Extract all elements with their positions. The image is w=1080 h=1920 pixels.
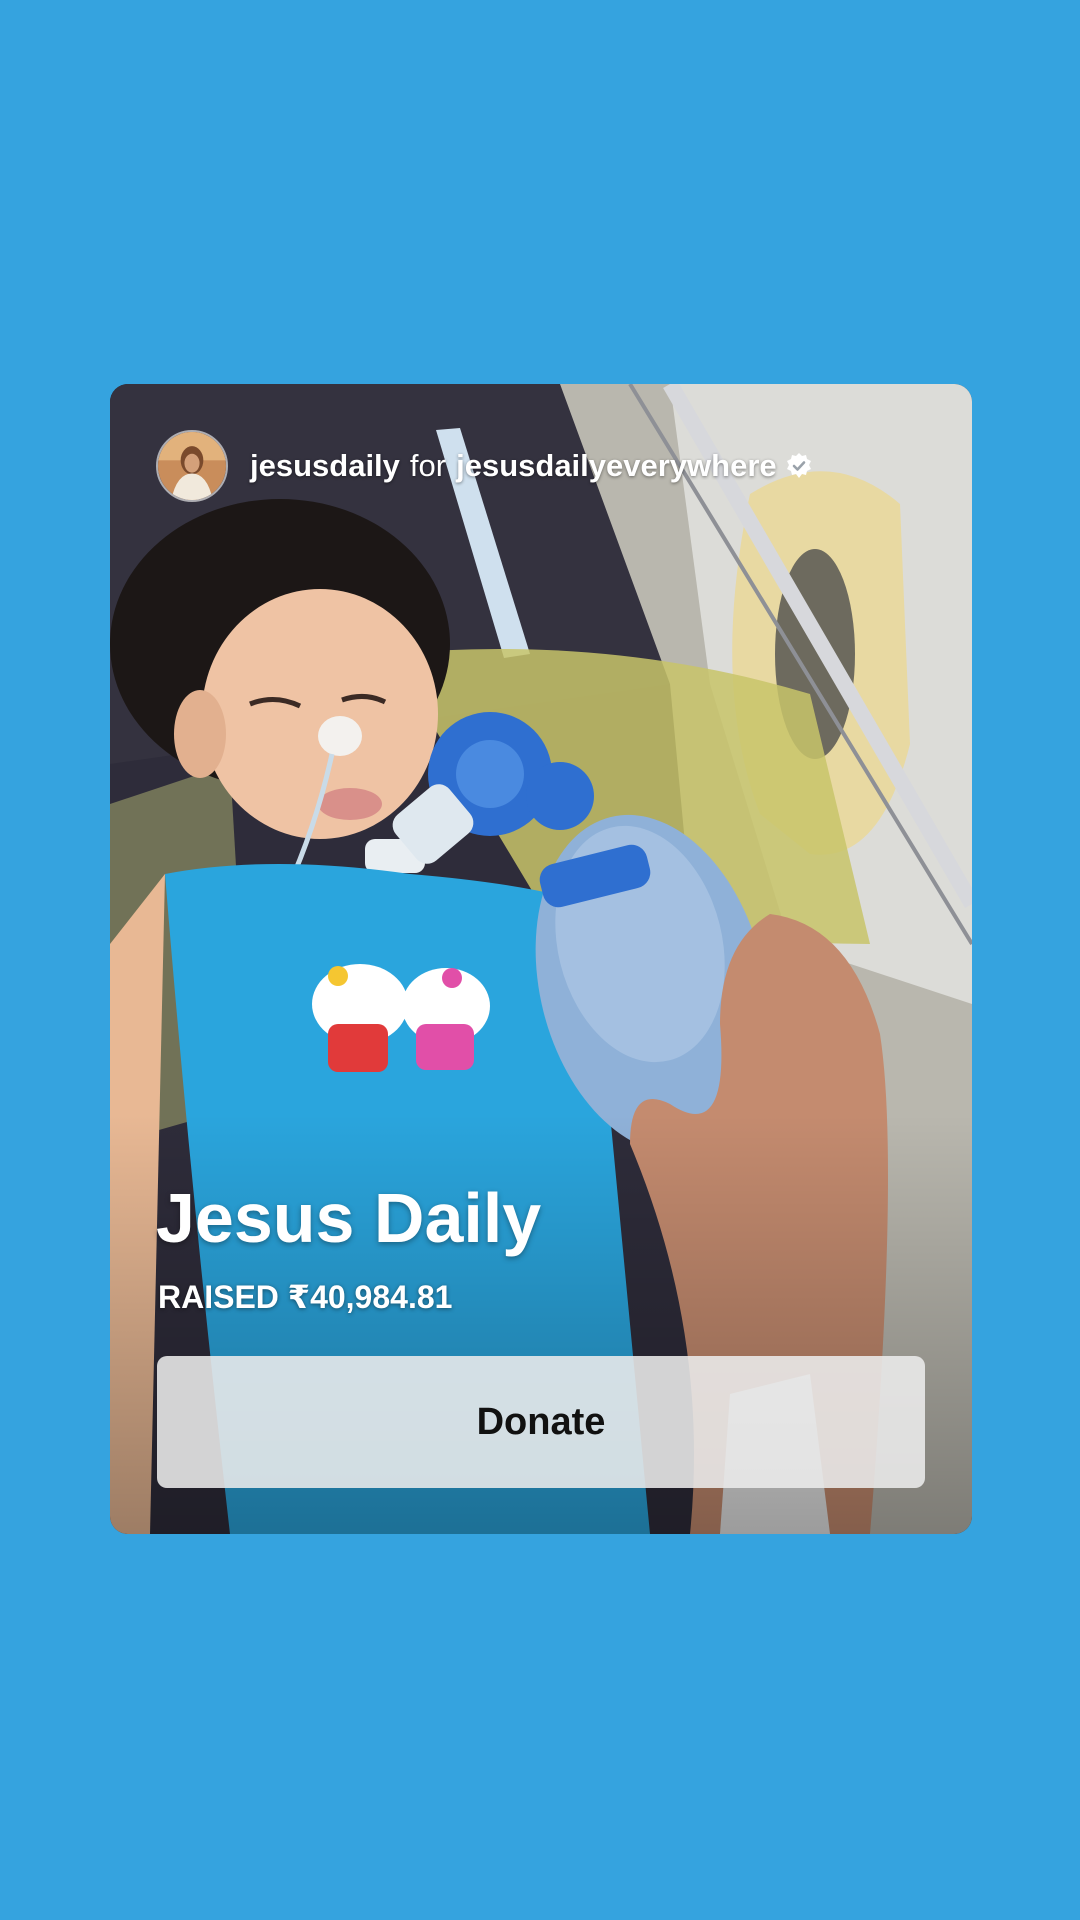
author-name[interactable]: jesusdaily [250,448,400,484]
post-header: jesusdaily for jesusdailyeverywhere [156,430,932,502]
amount-raised: RAISED ₹40,984.81 [158,1279,453,1315]
fundraiser-title: Jesus Daily [156,1179,542,1257]
verified-badge-icon [786,453,811,478]
donate-button[interactable]: Donate [157,1356,925,1488]
beneficiary-name[interactable]: jesusdailyeverywhere [456,448,777,484]
profile-avatar[interactable] [156,430,228,502]
fundraiser-card[interactable]: jesusdaily for jesusdailyeverywhere Jesu… [110,384,972,1534]
post-byline: jesusdaily for jesusdailyeverywhere [250,448,813,484]
byline-connector: for [409,448,447,483]
